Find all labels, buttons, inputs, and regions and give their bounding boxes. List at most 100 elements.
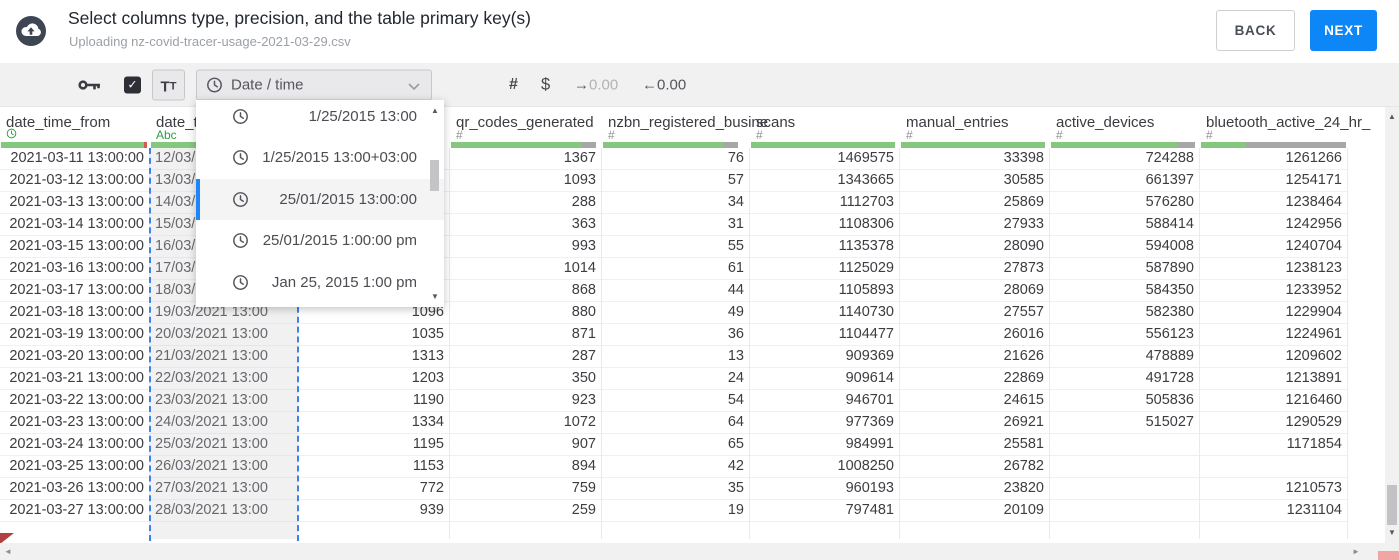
table-cell[interactable]: 22/03/2021 13:00 xyxy=(150,368,297,390)
dropdown-option[interactable]: Jan 25, 2015 1:00 pm xyxy=(196,262,444,303)
table-cell[interactable]: 27933 xyxy=(900,214,1049,236)
table-cell[interactable]: 36 xyxy=(602,324,749,346)
table-cell[interactable]: 1224961 xyxy=(1200,324,1347,346)
include-column-checkbox[interactable]: ✓ xyxy=(124,76,141,93)
table-cell[interactable]: 26921 xyxy=(900,412,1049,434)
number-type-button[interactable]: # xyxy=(509,76,518,94)
column-qr_codes_generated[interactable]: qr_codes_generated #1367 1093 288 363 993 1014… xyxy=(450,107,602,541)
table-cell[interactable]: 1233952 xyxy=(1200,280,1347,302)
column-date_time_from[interactable]: date_time_from 2021-03-11 13:00:00 2021-03… xyxy=(0,107,150,541)
horizontal-scrollbar-thumb[interactable] xyxy=(1378,551,1399,560)
table-cell[interactable]: 588414 xyxy=(1050,214,1199,236)
table-cell[interactable]: 2021-03-20 13:00:00 xyxy=(0,346,149,368)
table-cell[interactable]: 288 xyxy=(450,192,601,214)
table-cell[interactable]: 1261266 xyxy=(1200,148,1347,170)
scroll-down-icon[interactable]: ▼ xyxy=(429,292,441,301)
table-cell[interactable]: 1104477 xyxy=(750,324,899,346)
table-cell[interactable] xyxy=(1050,500,1199,522)
table-cell[interactable]: 1014 xyxy=(450,258,601,280)
column-bluetooth_active_24_hr_[interactable]: bluetooth_active_24_hr_ #1261266 1254171 12… xyxy=(1200,107,1370,541)
table-cell[interactable]: 868 xyxy=(450,280,601,302)
table-cell[interactable]: 1203 xyxy=(298,368,449,390)
table-cell[interactable]: 20/03/2021 13:00 xyxy=(150,324,297,346)
scroll-up-icon[interactable]: ▲ xyxy=(1385,112,1399,121)
table-cell[interactable]: 1112703 xyxy=(750,192,899,214)
table-cell[interactable] xyxy=(1050,434,1199,456)
table-cell[interactable]: 2021-03-26 13:00:00 xyxy=(0,478,149,500)
table-cell[interactable]: 28090 xyxy=(900,236,1049,258)
dropdown-option[interactable]: 1/25/2015 13:00 xyxy=(196,100,444,137)
decrease-decimals-button[interactable]: →0.00 xyxy=(574,76,618,93)
dropdown-option[interactable]: 25/01/2015 13:00:00 xyxy=(196,178,444,220)
table-cell[interactable]: 27557 xyxy=(900,302,1049,324)
table-cell[interactable]: 27/03/2021 13:00 xyxy=(150,478,297,500)
table-cell[interactable]: 2021-03-22 13:00:00 xyxy=(0,390,149,412)
table-cell[interactable]: 2021-03-15 13:00:00 xyxy=(0,236,149,258)
column-header[interactable]: nzbn_registered_busine xyxy=(608,114,768,131)
table-cell[interactable] xyxy=(1050,456,1199,478)
table-cell[interactable]: 880 xyxy=(450,302,601,324)
table-cell[interactable]: 1072 xyxy=(450,412,601,434)
scroll-right-icon[interactable]: ► xyxy=(1352,547,1360,556)
table-cell[interactable]: 27873 xyxy=(900,258,1049,280)
table-cell[interactable]: 2021-03-23 13:00:00 xyxy=(0,412,149,434)
table-cell[interactable] xyxy=(1200,456,1347,478)
table-cell[interactable]: 515027 xyxy=(1050,412,1199,434)
horizontal-scrollbar[interactable]: ◄ ► xyxy=(0,543,1399,560)
table-cell[interactable]: 21626 xyxy=(900,346,1049,368)
table-cell[interactable]: 1008250 xyxy=(750,456,899,478)
table-cell[interactable]: 2021-03-25 13:00:00 xyxy=(0,456,149,478)
table-cell[interactable]: 1238123 xyxy=(1200,258,1347,280)
table-cell[interactable]: 1093 xyxy=(450,170,601,192)
table-cell[interactable]: 2021-03-13 13:00:00 xyxy=(0,192,149,214)
table-cell[interactable]: 594008 xyxy=(1050,236,1199,258)
table-cell[interactable]: 1254171 xyxy=(1200,170,1347,192)
table-cell[interactable]: 1343665 xyxy=(750,170,899,192)
table-cell[interactable]: 923 xyxy=(450,390,601,412)
table-cell[interactable]: 20109 xyxy=(900,500,1049,522)
table-cell[interactable]: 31 xyxy=(602,214,749,236)
table-cell[interactable]: 1035 xyxy=(298,324,449,346)
table-cell[interactable]: 984991 xyxy=(750,434,899,456)
table-cell[interactable]: 19 xyxy=(602,500,749,522)
table-cell[interactable]: 1242956 xyxy=(1200,214,1347,236)
table-cell[interactable]: 1216460 xyxy=(1200,390,1347,412)
table-cell[interactable]: 21/03/2021 13:00 xyxy=(150,346,297,368)
table-cell[interactable]: 363 xyxy=(450,214,601,236)
table-cell[interactable]: 1153 xyxy=(298,456,449,478)
table-cell[interactable]: 1105893 xyxy=(750,280,899,302)
table-cell[interactable]: 759 xyxy=(450,478,601,500)
currency-type-button[interactable]: $ xyxy=(541,75,550,94)
table-cell[interactable]: 1108306 xyxy=(750,214,899,236)
table-cell[interactable]: 76 xyxy=(602,148,749,170)
table-cell[interactable]: 350 xyxy=(450,368,601,390)
table-cell[interactable]: 24615 xyxy=(900,390,1049,412)
table-cell[interactable]: 909369 xyxy=(750,346,899,368)
table-cell[interactable]: 1240704 xyxy=(1200,236,1347,258)
table-cell[interactable]: 946701 xyxy=(750,390,899,412)
table-cell[interactable]: 26782 xyxy=(900,456,1049,478)
table-cell[interactable]: 478889 xyxy=(1050,346,1199,368)
table-cell[interactable]: 977369 xyxy=(750,412,899,434)
table-cell[interactable]: 907 xyxy=(450,434,601,456)
column-active_devices[interactable]: active_devices #724288 661397 576280 588414 5… xyxy=(1050,107,1200,541)
table-cell[interactable]: 34 xyxy=(602,192,749,214)
table-cell[interactable]: 2021-03-24 13:00:00 xyxy=(0,434,149,456)
table-cell[interactable]: 1210573 xyxy=(1200,478,1347,500)
table-cell[interactable]: 1209602 xyxy=(1200,346,1347,368)
column-scans[interactable]: scans #1469575 1343665 1112703 1108306 113537… xyxy=(750,107,900,541)
table-cell[interactable]: 556123 xyxy=(1050,324,1199,346)
table-cell[interactable]: 1367 xyxy=(450,148,601,170)
table-cell[interactable]: 871 xyxy=(450,324,601,346)
table-cell[interactable]: 49 xyxy=(602,302,749,324)
table-cell[interactable]: 259 xyxy=(450,500,601,522)
table-cell[interactable]: 1469575 xyxy=(750,148,899,170)
table-cell[interactable]: 2021-03-18 13:00:00 xyxy=(0,302,149,324)
table-cell[interactable]: 2021-03-14 13:00:00 xyxy=(0,214,149,236)
table-cell[interactable]: 724288 xyxy=(1050,148,1199,170)
table-cell[interactable]: 582380 xyxy=(1050,302,1199,324)
table-cell[interactable]: 2021-03-19 13:00:00 xyxy=(0,324,149,346)
table-cell[interactable]: 1135378 xyxy=(750,236,899,258)
table-cell[interactable]: 2021-03-21 13:00:00 xyxy=(0,368,149,390)
table-cell[interactable]: 28/03/2021 13:00 xyxy=(150,500,297,522)
